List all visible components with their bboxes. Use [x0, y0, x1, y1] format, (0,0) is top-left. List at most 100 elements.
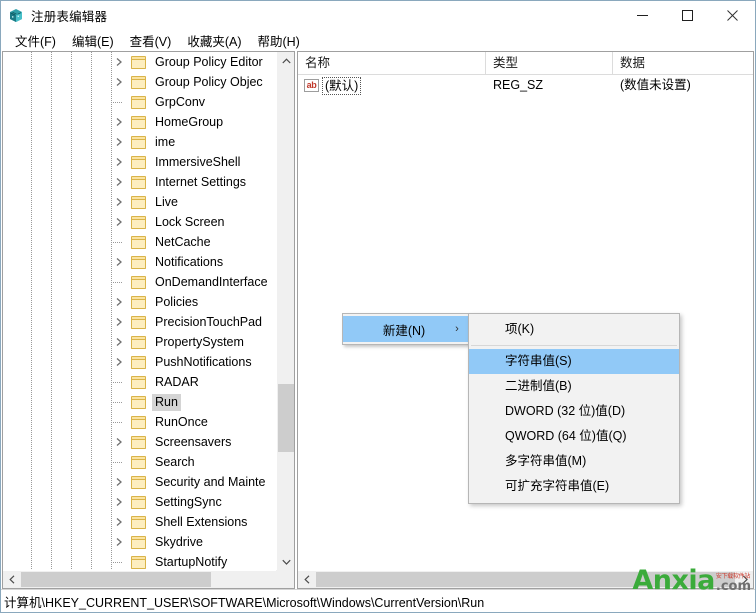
- tree-item-ime[interactable]: ime: [3, 132, 276, 152]
- tree-item-immersiveshell[interactable]: ImmersiveShell: [3, 152, 276, 172]
- tree-horizontal-scrollbar[interactable]: [3, 570, 294, 588]
- menu-help[interactable]: 帮助(H): [249, 29, 307, 53]
- menu-view[interactable]: 查看(V): [122, 29, 180, 53]
- tree-item-run[interactable]: Run: [3, 392, 276, 412]
- tree-item-runonce[interactable]: RunOnce: [3, 412, 276, 432]
- chevron-right-icon[interactable]: [113, 56, 125, 68]
- context-submenu-item-5[interactable]: 多字符串值(M): [469, 449, 679, 474]
- chevron-right-icon[interactable]: [113, 296, 125, 308]
- minimize-icon: [637, 10, 648, 21]
- tree-item-group-policy-editor[interactable]: Group Policy Editor: [3, 52, 276, 72]
- tree-item-lock-screen[interactable]: Lock Screen: [3, 212, 276, 232]
- tree-guide-line: [71, 132, 72, 152]
- scroll-down-button[interactable]: [277, 553, 295, 570]
- folder-icon: [131, 276, 146, 289]
- tree-indent-guides: [3, 172, 131, 192]
- chevron-right-icon[interactable]: [113, 216, 125, 228]
- context-submenu-item-4[interactable]: QWORD (64 位)值(Q): [469, 424, 679, 449]
- window-title: 注册表编辑器: [31, 6, 107, 25]
- menu-favorites[interactable]: 收藏夹(A): [179, 29, 249, 53]
- tree-item-skydrive[interactable]: Skydrive: [3, 532, 276, 552]
- tree-item-security-and-mainte[interactable]: Security and Mainte: [3, 472, 276, 492]
- tree-guide-line: [91, 272, 92, 292]
- scroll-left-button[interactable]: [3, 571, 20, 588]
- tree-item-startupnotify[interactable]: StartupNotify: [3, 552, 276, 570]
- tree-item-precisiontouchpad[interactable]: PrecisionTouchPad: [3, 312, 276, 332]
- table-row[interactable]: ab (默认) REG_SZ (数值未设置): [298, 75, 753, 96]
- chevron-right-icon[interactable]: [113, 256, 125, 268]
- chevron-right-icon[interactable]: [113, 496, 125, 508]
- chevron-right-icon[interactable]: [113, 336, 125, 348]
- tree-guide-line: [71, 292, 72, 312]
- tree-guide-stub: [111, 462, 123, 463]
- tree-item-settingsync[interactable]: SettingSync: [3, 492, 276, 512]
- tree-item-grpconv[interactable]: GrpConv: [3, 92, 276, 112]
- maximize-button[interactable]: [665, 1, 710, 30]
- menu-file[interactable]: 文件(F): [7, 29, 64, 53]
- chevron-right-icon[interactable]: [113, 516, 125, 528]
- tree-item-netcache[interactable]: NetCache: [3, 232, 276, 252]
- tree-guide-line: [111, 52, 112, 72]
- chevron-right-icon[interactable]: [113, 136, 125, 148]
- chevron-right-icon[interactable]: [113, 536, 125, 548]
- values-scroll-left-button[interactable]: [298, 571, 315, 588]
- context-submenu-item-1[interactable]: 字符串值(S): [469, 349, 679, 374]
- tree-item-group-policy-objec[interactable]: Group Policy Objec: [3, 72, 276, 92]
- tree-item-ondemandinterface[interactable]: OnDemandInterface: [3, 272, 276, 292]
- folder-icon: [131, 216, 146, 229]
- tree-item-shell-extensions[interactable]: Shell Extensions: [3, 512, 276, 532]
- tree-guide-line: [111, 532, 112, 552]
- tree-item-internet-settings[interactable]: Internet Settings: [3, 172, 276, 192]
- values-scroll-right-button[interactable]: [736, 571, 753, 588]
- chevron-right-icon[interactable]: [113, 356, 125, 368]
- scroll-up-button[interactable]: [277, 52, 295, 69]
- tree-item-propertysystem[interactable]: PropertySystem: [3, 332, 276, 352]
- chevron-right-icon[interactable]: [113, 76, 125, 88]
- tree-item-label: PushNotifications: [152, 354, 255, 371]
- chevron-right-icon[interactable]: [113, 476, 125, 488]
- tree-vertical-scrollbar[interactable]: [276, 52, 294, 570]
- context-submenu-item-3[interactable]: DWORD (32 位)值(D): [469, 399, 679, 424]
- context-submenu-item-2[interactable]: 二进制值(B): [469, 374, 679, 399]
- tree-scroll-thumb[interactable]: [278, 384, 294, 452]
- value-name-cell[interactable]: ab (默认): [298, 75, 486, 96]
- chevron-right-icon[interactable]: [113, 156, 125, 168]
- tree-item-notifications[interactable]: Notifications: [3, 252, 276, 272]
- tree-guide-line: [71, 312, 72, 332]
- column-header-data[interactable]: 数据: [613, 52, 753, 74]
- column-header-type[interactable]: 类型: [486, 52, 613, 74]
- values-hscroll-thumb[interactable]: [316, 572, 735, 587]
- context-submenu-item-6[interactable]: 可扩充字符串值(E): [469, 474, 679, 499]
- tree-item-label: Group Policy Editor: [152, 54, 266, 71]
- context-submenu-separator: [471, 345, 677, 346]
- tree-item-search[interactable]: Search: [3, 452, 276, 472]
- minimize-button[interactable]: [620, 1, 665, 30]
- close-button[interactable]: [710, 1, 755, 30]
- tree-item-homegroup[interactable]: HomeGroup: [3, 112, 276, 132]
- context-menu-item-new[interactable]: 新建(N) ›: [343, 316, 469, 342]
- values-horizontal-scrollbar[interactable]: [298, 570, 753, 588]
- tree-guide-line: [91, 212, 92, 232]
- tree-guide-line: [31, 372, 32, 392]
- tree-item-pushnotifications[interactable]: PushNotifications: [3, 352, 276, 372]
- context-submenu-item-0[interactable]: 项(K): [469, 317, 679, 342]
- chevron-right-icon[interactable]: [113, 176, 125, 188]
- tree-item-radar[interactable]: RADAR: [3, 372, 276, 392]
- tree-hscroll-thumb[interactable]: [21, 572, 211, 587]
- folder-icon: [131, 516, 146, 529]
- tree-indent-guides: [3, 252, 131, 272]
- tree-item-label: Internet Settings: [152, 174, 249, 191]
- tree-guide-line: [51, 472, 52, 492]
- tree-guide-stub: [111, 102, 123, 103]
- chevron-right-icon[interactable]: [113, 116, 125, 128]
- chevron-right-icon[interactable]: [113, 436, 125, 448]
- tree-item-live[interactable]: Live: [3, 192, 276, 212]
- tree-item-screensavers[interactable]: Screensavers: [3, 432, 276, 452]
- tree-item-policies[interactable]: Policies: [3, 292, 276, 312]
- chevron-right-icon[interactable]: [113, 316, 125, 328]
- tree-item-label: PrecisionTouchPad: [152, 314, 265, 331]
- tree-indent-guides: [3, 132, 131, 152]
- column-header-name[interactable]: 名称: [298, 52, 486, 74]
- menu-edit[interactable]: 编辑(E): [64, 29, 122, 53]
- chevron-right-icon[interactable]: [113, 196, 125, 208]
